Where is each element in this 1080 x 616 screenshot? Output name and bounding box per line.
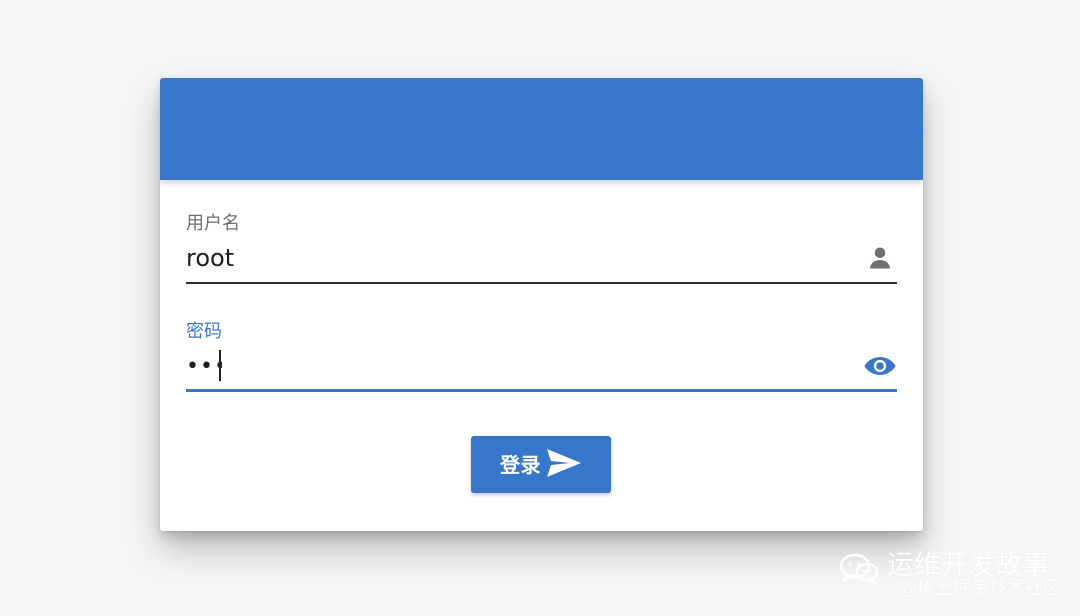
watermark: 运维开发故事 @稀土掘金技术社区 xyxy=(838,549,1068,605)
password-input[interactable] xyxy=(186,349,222,383)
password-field: 密码 xyxy=(186,320,897,394)
send-icon xyxy=(546,448,582,481)
person-icon xyxy=(863,241,897,275)
username-label: 用户名 xyxy=(186,213,240,234)
text-cursor xyxy=(219,350,221,381)
login-button[interactable]: 登录 xyxy=(471,436,611,493)
username-input[interactable] xyxy=(186,241,836,275)
login-card: 用户名 密码 登录 xyxy=(160,78,923,531)
eye-icon[interactable] xyxy=(863,349,897,383)
username-field: 用户名 xyxy=(186,212,897,286)
username-underline xyxy=(186,282,897,284)
password-underline xyxy=(186,389,897,392)
card-header xyxy=(160,78,923,180)
watermark-subtitle: @稀土掘金技术社区 xyxy=(899,578,1061,599)
wechat-icon xyxy=(839,553,879,585)
login-button-label: 登录 xyxy=(500,452,541,477)
password-label: 密码 xyxy=(186,321,222,342)
